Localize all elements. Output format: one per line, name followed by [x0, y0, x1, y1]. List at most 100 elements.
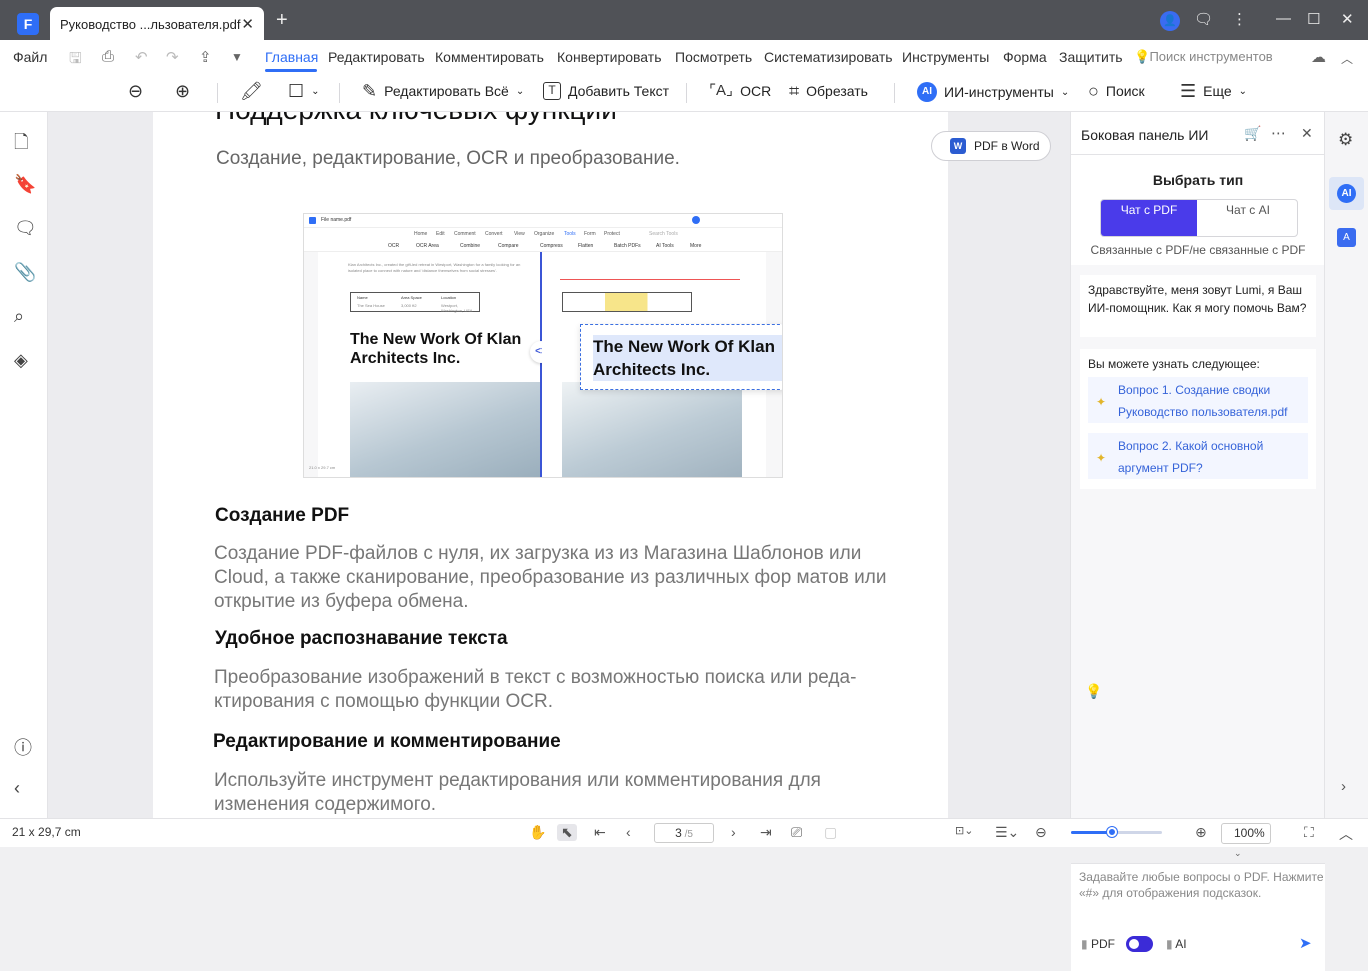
mini-menu-form: Form [584, 231, 596, 237]
more-button[interactable]: ☰ Еще ⌄ [1180, 82, 1247, 100]
first-page-icon[interactable]: ⇤ [594, 824, 606, 841]
pdf-ai-toggle[interactable] [1126, 936, 1153, 952]
building-photo-right [562, 382, 742, 477]
tab-edit[interactable]: Редактировать [328, 49, 425, 65]
cart-icon[interactable]: 🛒 [1244, 125, 1261, 142]
print-icon[interactable]: ⎙ [102, 48, 114, 65]
account-avatar-icon[interactable]: 👤 [1160, 11, 1180, 31]
status-zoom-in-icon[interactable]: ⊕ [1195, 824, 1207, 841]
chat-input-placeholder[interactable]: Задавайте любые вопросы о PDF. Нажмите «… [1079, 869, 1324, 901]
chat-with-pdf-option[interactable]: Чат с PDF [1101, 200, 1197, 236]
redo-icon[interactable]: ↷ [166, 48, 179, 66]
close-panel-icon[interactable]: ✕ [1301, 125, 1313, 142]
add-text-button[interactable]: T Добавить Текст [543, 82, 669, 100]
collapse-statusbar-icon[interactable]: ︿ [1339, 824, 1353, 844]
crop-button[interactable]: ⌗ Обрезать [789, 82, 868, 100]
toolbar: ⊖ ⊕ 🖍 ☐ ⌄ ✎ Редактировать Всё ⌄ T Добавить Т… [0, 74, 1368, 112]
page-number-input[interactable]: 3 /5 [654, 823, 714, 843]
panel-divider [1071, 154, 1325, 155]
previous-page-icon[interactable]: ‹ [626, 824, 631, 840]
section-title-ocr: Удобное распознавание текста [215, 628, 508, 649]
search-button[interactable]: ○ Поиск [1088, 82, 1145, 100]
pdf-to-word-button[interactable]: W PDF в Word [931, 131, 1051, 161]
mini-page-original: Klan Architects Inc., created the gift-l… [318, 252, 540, 477]
page-heading: Поддержка ключевых функций [215, 112, 617, 126]
status-zoom-out-icon[interactable]: ⊖ [1035, 824, 1047, 841]
mini-logo-icon [309, 217, 316, 224]
collapse-right-icon[interactable]: › [1341, 778, 1346, 795]
chat-with-ai-option[interactable]: Чат с AI [1200, 200, 1296, 236]
fit-page-icon[interactable]: ⊡⌄ [955, 824, 973, 837]
attachment-icon[interactable]: 📎 [14, 262, 36, 283]
ai-assistant-tab[interactable]: AI [1329, 177, 1364, 210]
help-icon[interactable]: ⓘ [14, 734, 32, 760]
hand-tool-icon[interactable]: ✋ [529, 824, 546, 841]
close-tab-icon[interactable]: ✕ [241, 15, 254, 33]
undo-icon[interactable]: ↶ [135, 48, 148, 66]
tab-protect[interactable]: Защитить [1059, 49, 1123, 65]
mini-menu-tools: Tools [564, 231, 576, 237]
next-page-icon[interactable]: › [731, 824, 736, 840]
page-layout-icon[interactable]: ☰⌄ [995, 824, 1019, 841]
highlight-button[interactable]: 🖍 [240, 82, 263, 100]
share-icon[interactable]: ⇪ [199, 48, 212, 66]
tool-search-input[interactable]: Поиск инструментов [1135, 49, 1272, 64]
layers-icon[interactable]: ◈ [14, 350, 28, 371]
suggestion-question-2[interactable]: ✦ Вопрос 2. Какой основной аргумент PDF? [1088, 433, 1308, 479]
quick-access-dropdown-icon[interactable]: ▼ [231, 50, 243, 64]
select-tool-icon[interactable]: ⬉ [557, 824, 577, 841]
tab-comment[interactable]: Комментировать [435, 49, 544, 65]
tab-view[interactable]: Посмотреть [675, 49, 752, 65]
mini-menu-view: View [514, 231, 525, 237]
suggestion-question-1[interactable]: ✦ Вопрос 1. Создание сводки Руководство п… [1088, 377, 1308, 423]
properties-sliders-icon[interactable]: ⚙ [1338, 130, 1353, 150]
minimize-icon[interactable]: — [1276, 10, 1291, 27]
collapse-left-icon[interactable]: ‹ [14, 778, 20, 799]
edit-all-label: Редактировать Всё [384, 83, 509, 99]
last-page-icon[interactable]: ⇥ [760, 824, 772, 841]
close-window-icon[interactable]: ✕ [1341, 10, 1354, 28]
chat-input-area[interactable]: Задавайте любые вопросы о PDF. Нажмите «… [1071, 863, 1325, 971]
zoom-level-select[interactable]: 100% ⌄ [1221, 823, 1271, 858]
maximize-icon[interactable]: ☐ [1307, 10, 1320, 28]
more-vertical-icon[interactable]: ⋮ [1232, 10, 1247, 28]
comment-icon[interactable]: 🗨 [14, 218, 37, 239]
zoom-out-button[interactable]: ⊖ [128, 82, 143, 100]
new-tab-icon[interactable]: + [276, 9, 288, 32]
tab-organize[interactable]: Систематизировать [764, 49, 893, 65]
zoom-in-button[interactable]: ⊕ [175, 82, 190, 100]
page-view-icon[interactable]: ▢ [824, 824, 837, 841]
document-viewer[interactable]: Поддержка ключевых функций Создание, ред… [48, 112, 1070, 818]
send-icon[interactable]: ➤ [1299, 934, 1312, 952]
edit-all-button[interactable]: ✎ Редактировать Всё ⌄ [362, 82, 524, 100]
search-icon: ○ [1088, 81, 1099, 101]
tab-home[interactable]: Главная [265, 49, 318, 65]
tab-form[interactable]: Форма [1003, 49, 1047, 65]
upload-cloud-icon[interactable]: ☁ [1311, 48, 1326, 66]
document-tab[interactable]: Руководство ...льзователя.pdf ✕ [50, 7, 264, 40]
rotate-page-icon[interactable]: ⎚ [791, 824, 802, 841]
zoom-slider[interactable] [1071, 827, 1162, 837]
mini-page-info: 21.0 x 29.7 cm [309, 465, 336, 470]
mini-tool-ai: AI Tools [656, 243, 674, 249]
ai-tools-button[interactable]: AI ИИ-инструменты ⌄ [917, 82, 1069, 102]
page-thumbnails-icon[interactable]: 🗋 [14, 130, 28, 160]
ocr-button[interactable]: ⌜A⌟ OCR [709, 82, 771, 100]
save-icon[interactable]: 🖫 [69, 48, 82, 73]
file-menu[interactable]: Файл [13, 49, 47, 65]
tab-convert[interactable]: Конвертировать [557, 49, 662, 65]
collapse-ribbon-icon[interactable]: ︿ [1341, 50, 1353, 67]
mini-menu-comment: Comment [454, 231, 476, 237]
translate-icon[interactable]: A [1337, 228, 1356, 247]
tab-tools[interactable]: Инструменты [902, 49, 989, 65]
more-options-icon[interactable]: ⋯ [1271, 124, 1286, 142]
feedback-icon[interactable]: 🗨 [1194, 10, 1213, 28]
page-size-label: 21 x 29,7 cm [12, 825, 81, 839]
search-panel-icon[interactable]: ⌕ [14, 306, 24, 327]
mini-tool-compress: Compress [540, 243, 563, 249]
bookmark-icon[interactable]: 🔖 [14, 174, 36, 195]
fullscreen-icon[interactable]: ⛶ [1304, 824, 1314, 841]
prompt-tips-icon[interactable]: 💡 [1085, 683, 1102, 700]
zoom-slider-knob[interactable] [1106, 827, 1117, 837]
shape-button[interactable]: ☐ ⌄ [288, 82, 320, 100]
